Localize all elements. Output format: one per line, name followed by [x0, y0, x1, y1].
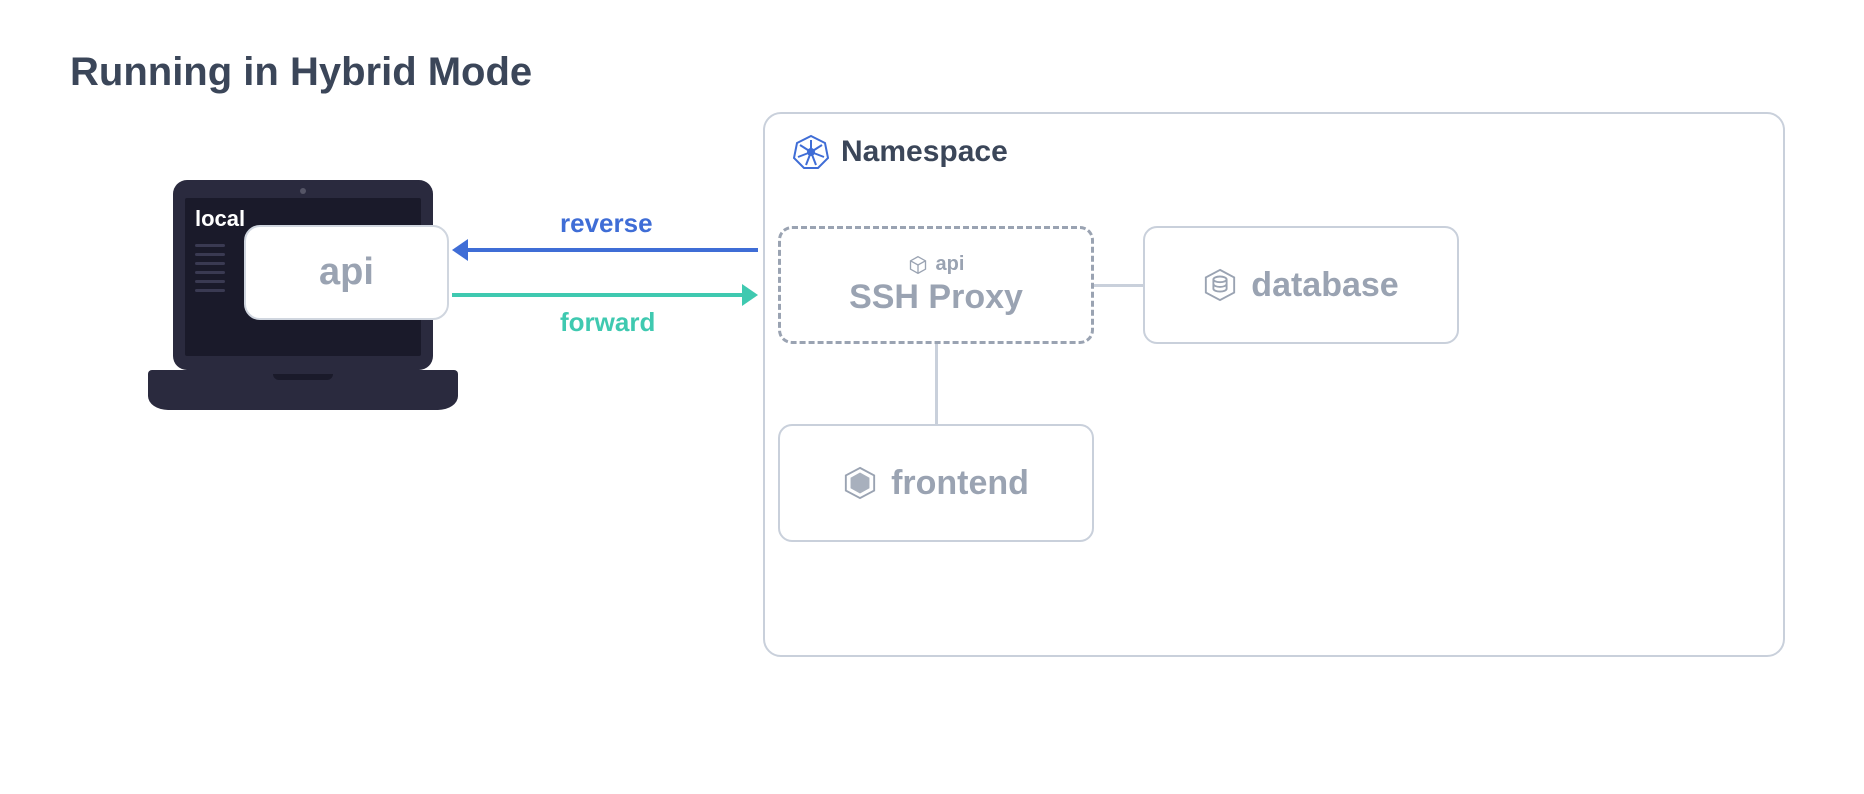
database-card: database — [1143, 226, 1459, 344]
ssh-proxy-card: api SSH Proxy — [778, 226, 1094, 344]
cube-icon — [908, 255, 928, 275]
frontend-label: frontend — [891, 464, 1029, 503]
ssh-proxy-main-label: SSH Proxy — [849, 278, 1023, 317]
connector-ssh-database — [1094, 284, 1143, 287]
namespace-container: Namespace api SSH Proxy databas — [763, 112, 1785, 657]
reverse-arrow-label: reverse — [560, 208, 653, 239]
database-icon — [1203, 268, 1237, 302]
forward-arrow-label: forward — [560, 307, 655, 338]
forward-arrow — [452, 293, 744, 297]
namespace-title: Namespace — [841, 135, 1008, 169]
diagram-title: Running in Hybrid Mode — [70, 50, 532, 95]
connector-ssh-frontend — [935, 344, 938, 424]
database-label: database — [1251, 266, 1398, 305]
frontend-card: frontend — [778, 424, 1094, 542]
ssh-proxy-mini-label: api — [936, 253, 965, 276]
kubernetes-icon — [793, 134, 829, 170]
cube-icon — [843, 466, 877, 500]
reverse-arrow — [466, 248, 758, 252]
api-card: api — [244, 225, 449, 320]
api-label: api — [319, 251, 374, 294]
